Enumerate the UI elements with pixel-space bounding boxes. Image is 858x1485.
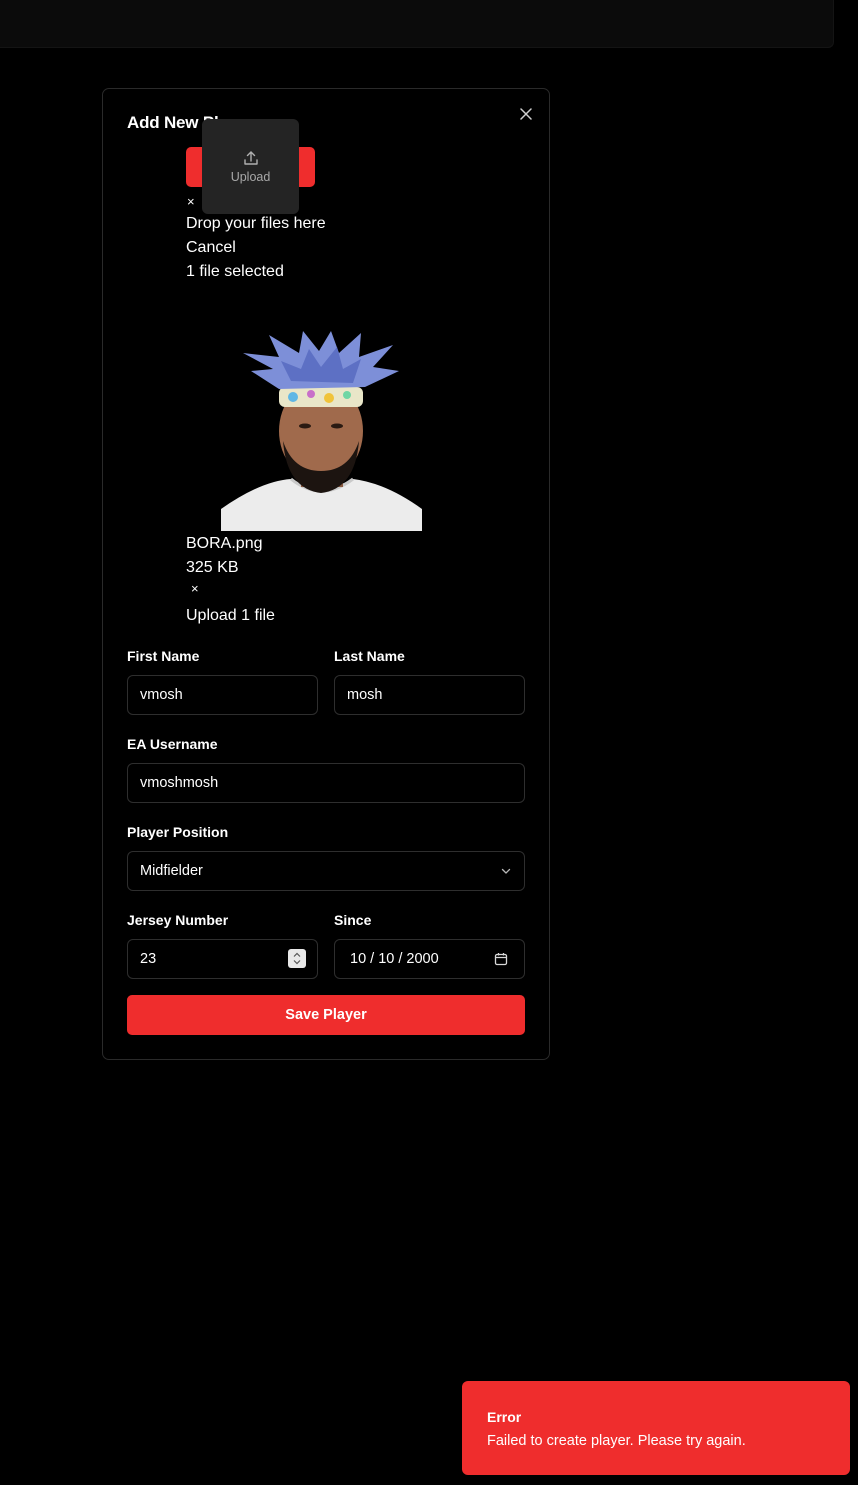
remove-file-button[interactable]: ×: [191, 582, 199, 595]
ea-username-input[interactable]: [127, 763, 525, 803]
save-player-button[interactable]: Save Player: [127, 995, 525, 1035]
drop-hint: Drop your files here: [186, 215, 326, 232]
chevron-down-icon: [501, 868, 511, 874]
since-date-value: 10 / 10 / 2000: [350, 951, 439, 967]
toast-message: Failed to create player. Please try agai…: [487, 1433, 746, 1449]
close-icon: [520, 108, 532, 120]
selected-count: 1 file selected: [186, 263, 284, 280]
player-position-value: Midfielder: [140, 863, 203, 879]
number-stepper[interactable]: [288, 949, 306, 968]
since-date-input[interactable]: 10 / 10 / 2000: [334, 939, 525, 979]
top-bar: [0, 0, 834, 48]
remove-all-button[interactable]: ×: [187, 195, 195, 208]
avatar-preview-image: [221, 331, 422, 531]
upload-files-link[interactable]: Upload 1 file: [186, 606, 275, 626]
player-position-label: Player Position: [127, 824, 229, 840]
toast-title: Error: [487, 1409, 522, 1425]
upload-label: Upload: [230, 169, 271, 184]
calendar-icon[interactable]: [494, 952, 508, 966]
close-button[interactable]: [515, 103, 537, 125]
add-player-dialog: Add New Player Upload × Drop your files …: [102, 88, 550, 1060]
error-toast[interactable]: Error Failed to create player. Please tr…: [462, 1381, 850, 1475]
first-name-input[interactable]: [127, 675, 318, 715]
upload-icon: [243, 150, 258, 165]
cancel-upload-link[interactable]: Cancel: [186, 238, 236, 258]
ea-username-label: EA Username: [127, 736, 218, 752]
player-position-select[interactable]: Midfielder: [127, 851, 525, 891]
last-name-label: Last Name: [334, 648, 405, 664]
jersey-number-wrapper: [127, 939, 318, 979]
since-label: Since: [334, 912, 372, 928]
file-name: BORA.png: [186, 535, 263, 552]
upload-dropzone[interactable]: Upload: [202, 119, 299, 214]
stepper-arrows-icon: [293, 952, 301, 965]
jersey-number-label: Jersey Number: [127, 912, 229, 928]
first-name-label: First Name: [127, 648, 200, 664]
file-size: 325 KB: [186, 559, 239, 576]
last-name-input[interactable]: [334, 675, 525, 715]
